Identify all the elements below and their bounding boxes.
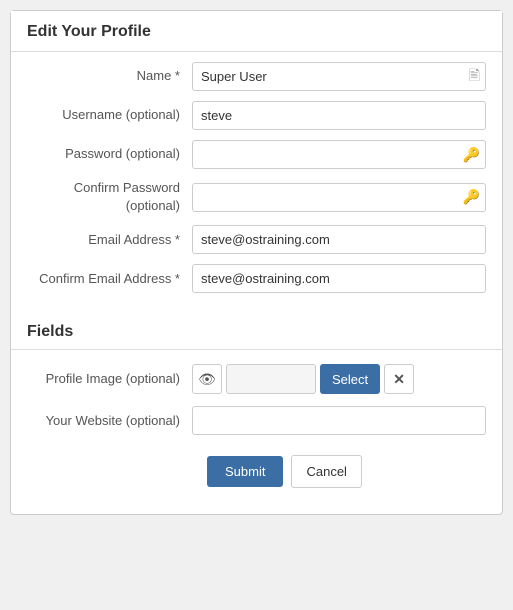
username-input-wrapper (192, 101, 486, 130)
page-title: Edit Your Profile (27, 23, 151, 40)
name-row: Name * 🖹 (27, 62, 486, 91)
password-input[interactable] (192, 140, 486, 169)
email-label: Email Address * (27, 231, 192, 249)
confirm-password-row: Confirm Password (optional) 🔑 (27, 179, 486, 215)
username-input[interactable] (192, 101, 486, 130)
name-input[interactable] (192, 62, 486, 91)
eye-button[interactable]: 👁 (192, 364, 222, 394)
confirm-email-input[interactable] (192, 264, 486, 293)
profile-image-row: Profile Image (optional) 👁 Select ✕ (27, 364, 486, 394)
fields-section-title: Fields (27, 323, 73, 340)
email-input[interactable] (192, 225, 486, 254)
file-name-box (226, 364, 316, 394)
password-input-wrapper: 🔑 (192, 140, 486, 169)
website-label: Your Website (optional) (27, 412, 192, 430)
button-row: Submit Cancel (27, 451, 486, 504)
edit-profile-header: Edit Your Profile (11, 11, 502, 52)
website-row: Your Website (optional) (27, 406, 486, 435)
profile-image-controls: 👁 Select ✕ (192, 364, 414, 394)
submit-button[interactable]: Submit (207, 456, 283, 487)
password-label: Password (optional) (27, 145, 192, 163)
fields-section: Profile Image (optional) 👁 Select ✕ Your… (11, 350, 502, 514)
email-row: Email Address * (27, 225, 486, 254)
website-input-wrapper (192, 406, 486, 435)
confirm-email-label: Confirm Email Address * (27, 270, 192, 288)
clear-icon: ✕ (393, 371, 405, 388)
clear-button[interactable]: ✕ (384, 364, 414, 394)
website-input[interactable] (192, 406, 486, 435)
confirm-password-input[interactable] (192, 183, 486, 212)
password-row: Password (optional) 🔑 (27, 140, 486, 169)
page-wrapper: Edit Your Profile Name * 🖹 Username (opt… (10, 10, 503, 515)
fields-header: Fields (11, 313, 502, 350)
cancel-button[interactable]: Cancel (291, 455, 361, 488)
username-label: Username (optional) (27, 106, 192, 124)
name-input-wrapper: 🖹 (192, 62, 486, 91)
confirm-password-input-wrapper: 🔑 (192, 183, 486, 212)
username-row: Username (optional) (27, 101, 486, 130)
select-button[interactable]: Select (320, 364, 380, 394)
confirm-email-row: Confirm Email Address * (27, 264, 486, 293)
profile-image-label: Profile Image (optional) (27, 370, 192, 388)
eye-icon: 👁 (198, 371, 216, 388)
confirm-email-input-wrapper (192, 264, 486, 293)
email-input-wrapper (192, 225, 486, 254)
main-form-section: Name * 🖹 Username (optional) Password (o… (11, 52, 502, 313)
confirm-password-label: Confirm Password (optional) (27, 179, 192, 215)
name-label: Name * (27, 67, 192, 85)
